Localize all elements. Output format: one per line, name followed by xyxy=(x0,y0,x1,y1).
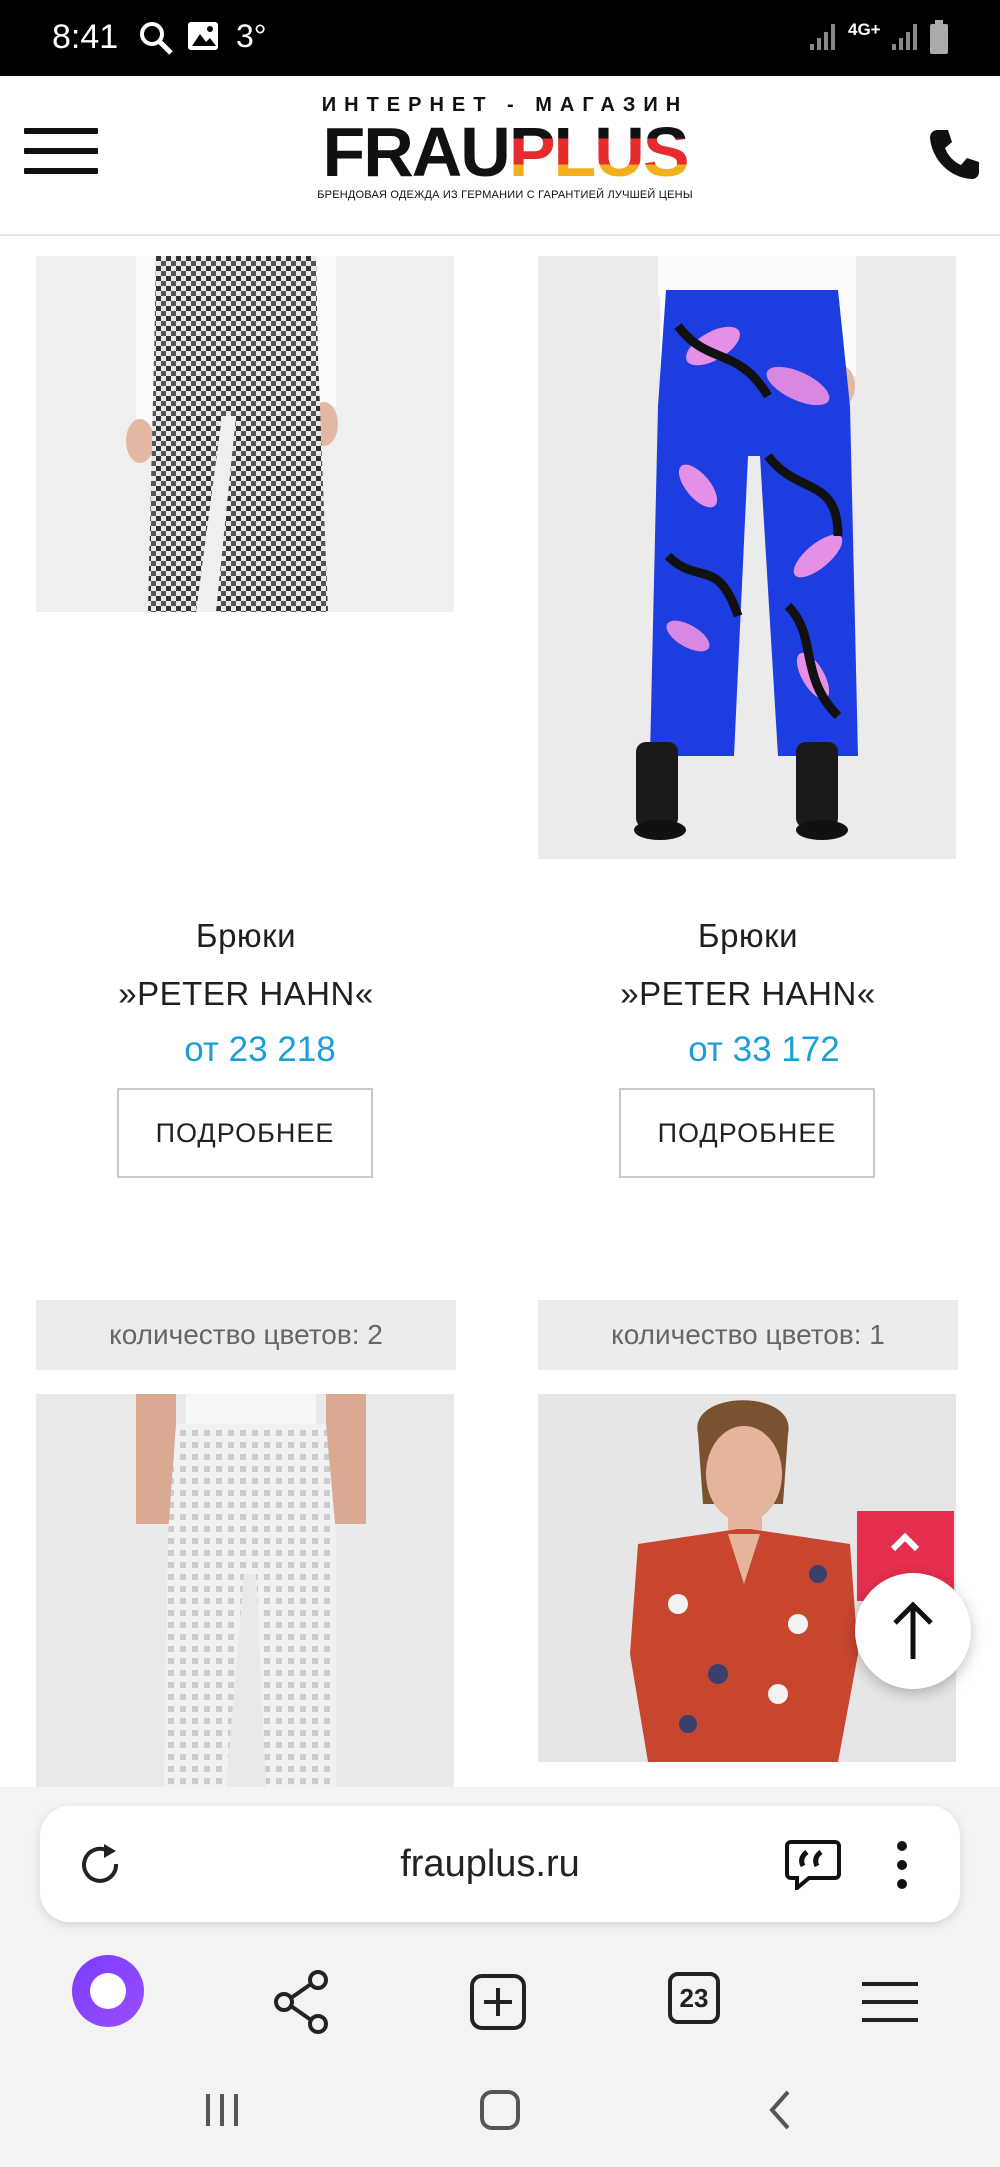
logo-subtitle: БРЕНДОВАЯ ОДЕЖДА ИЗ ГЕРМАНИИ С ГАРАНТИЕЙ… xyxy=(317,189,693,201)
alice-assistant-button[interactable] xyxy=(72,1955,144,2027)
product-title-1[interactable]: Брюки »PETER HAHN« xyxy=(36,907,456,1023)
colors-count-badge-3: количество цветов: 2 xyxy=(36,1300,456,1370)
battery-icon xyxy=(930,20,948,54)
site-logo[interactable]: ИНТЕРНЕТ - МАГАЗИН FRAUPLUS БРЕНДОВАЯ ОД… xyxy=(300,94,710,214)
product-image-1[interactable] xyxy=(36,256,454,612)
share-icon[interactable] xyxy=(262,1962,342,2042)
product-brand: »PETER HAHN« xyxy=(118,975,374,1012)
chevron-up-icon xyxy=(890,1532,920,1552)
phone-icon[interactable] xyxy=(924,124,984,184)
recent-apps-icon[interactable] xyxy=(192,2080,252,2140)
url-text[interactable]: frauplus.ru xyxy=(260,1806,720,1922)
product-price-2: от 33 172 xyxy=(688,1030,840,1069)
status-bar: 8:41 3° 4G+ xyxy=(0,0,1000,76)
details-button-2[interactable]: ПОДРОБНЕЕ xyxy=(619,1088,875,1178)
product-type: Брюки xyxy=(697,917,799,954)
status-temp: 3° xyxy=(236,18,267,54)
reload-icon[interactable] xyxy=(78,1842,124,1888)
arrow-up-icon xyxy=(893,1601,933,1659)
site-header: ИНТЕРНЕТ - МАГАЗИН FRAUPLUS БРЕНДОВАЯ ОД… xyxy=(0,76,1000,236)
browser-menu-icon[interactable] xyxy=(850,1962,930,2042)
quote-icon[interactable] xyxy=(785,1838,841,1890)
logo-wordmark: FRAUPLUS xyxy=(322,113,689,191)
network-type: 4G+ xyxy=(848,20,881,39)
product-image-3[interactable] xyxy=(36,1394,454,1787)
colors-count-badge-4: количество цветов: 1 xyxy=(538,1300,958,1370)
new-tab-icon[interactable] xyxy=(458,1962,538,2042)
signal-icon xyxy=(810,24,835,50)
menu-button[interactable] xyxy=(24,128,98,178)
tabs-count-button[interactable]: 23 xyxy=(668,1972,720,2024)
trousers-image xyxy=(634,256,858,840)
trousers-image xyxy=(126,256,338,612)
search-icon xyxy=(140,22,173,55)
signal-icon-2 xyxy=(892,24,917,50)
product-type: Брюки xyxy=(195,917,297,954)
details-button-1[interactable]: ПОДРОБНЕЕ xyxy=(117,1088,373,1178)
product-title-2[interactable]: Брюки »PETER HAHN« xyxy=(538,907,958,1023)
trousers-image xyxy=(136,1394,366,1787)
status-time: 8:41 xyxy=(52,18,119,56)
more-icon[interactable] xyxy=(890,1838,914,1892)
browser-scroll-top-button[interactable] xyxy=(855,1573,971,1689)
gallery-icon xyxy=(188,22,218,50)
address-bar[interactable]: frauplus.ru xyxy=(40,1806,960,1922)
home-icon[interactable] xyxy=(470,2080,530,2140)
back-icon[interactable] xyxy=(752,2080,812,2140)
product-brand: »PETER HAHN« xyxy=(620,975,876,1012)
product-price-1: от 23 218 xyxy=(184,1030,336,1069)
product-image-2[interactable] xyxy=(538,256,956,859)
